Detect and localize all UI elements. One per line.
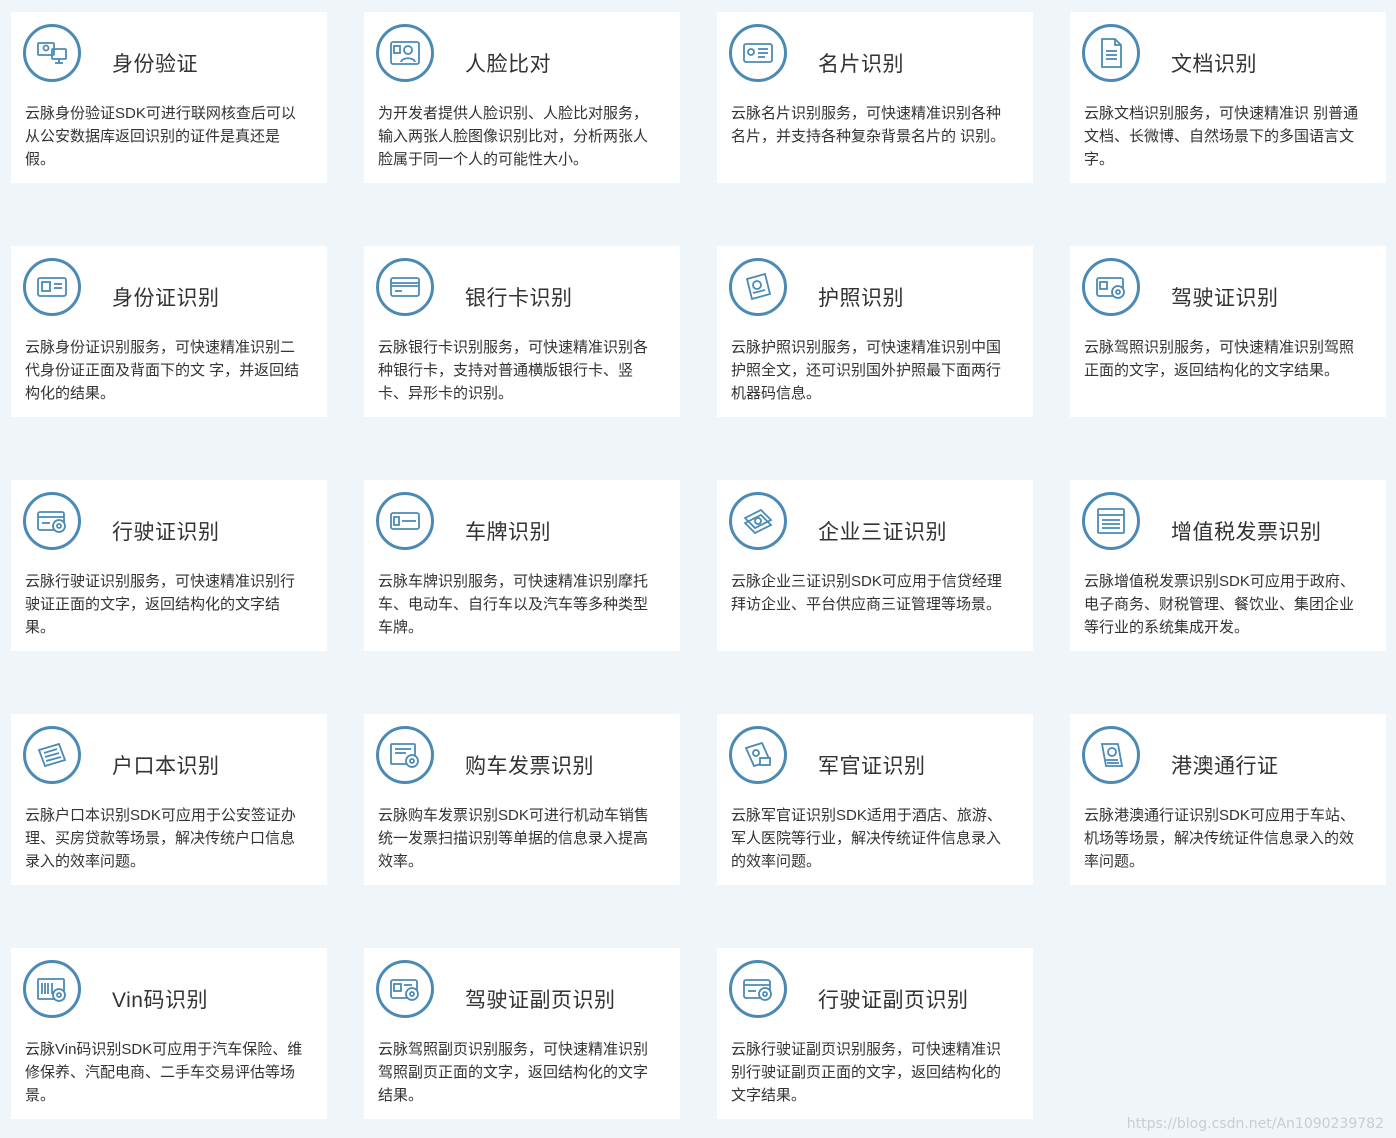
card-document[interactable]: 文档识别 云脉文档识别服务，可快速精准识 别普通文档、长微博、自然场景下的多国语…	[1070, 12, 1386, 183]
card-vin-code[interactable]: Vin码识别 云脉Vin码识别SDK可应用于汽车保险、维修保养、汽配电商、二手车…	[11, 948, 327, 1119]
card-description: 云脉购车发票识别SDK可进行机动车销售统一发票扫描识别等单据的信息录入提高效率。	[378, 807, 649, 870]
license-plate-icon	[376, 492, 434, 550]
card-description: 云脉港澳通行证识别SDK可应用于车站、机场等场景，解决传统证件信息录入的效率问题…	[1084, 807, 1355, 870]
card-description: 云脉户口本识别SDK可应用于公安签证办理、买房贷款等场景，解决传统户口信息录入的…	[25, 807, 296, 870]
vehicle-license-icon	[23, 492, 81, 550]
card-id-verify[interactable]: 身份验证 云脉身份验证SDK可进行联网核查后可以从公安数据库返回识别的证件是真还…	[11, 12, 327, 183]
card-description: 云脉驾照识别服务，可快速精准识别驾照正面的文字，返回结构化的文字结果。	[1084, 339, 1355, 379]
card-vehicle-license[interactable]: 行驶证识别 云脉行驶证识别服务，可快速精准识别行驶证正面的文字，返回结构化的文字…	[11, 480, 327, 651]
card-household-register[interactable]: 户口本识别 云脉户口本识别SDK可应用于公安签证办理、买房贷款等场景，解决传统户…	[11, 714, 327, 885]
document-icon	[1082, 24, 1140, 82]
card-face-compare[interactable]: 人脸比对 为开发者提供人脸识别、人脸比对服务，输入两张人脸图像识别比对，分析两张…	[364, 12, 680, 183]
card-passport[interactable]: 护照识别 云脉护照识别服务，可快速精准识别中国护照全文，还可识别国外护照最下面两…	[717, 246, 1033, 417]
watermark: https://blog.csdn.net/An1090239782	[1126, 1116, 1384, 1132]
card-description: 云脉增值税发票识别SDK可应用于政府、电子商务、财税管理、餐饮业、集团企业等行业…	[1084, 573, 1355, 636]
card-description: 为开发者提供人脸识别、人脸比对服务，输入两张人脸图像识别比对，分析两张人脸属于同…	[378, 105, 649, 168]
card-business-card[interactable]: 名片识别 云脉名片识别服务，可快速精准识别各种名片，并支持各种复杂背景名片的 识…	[717, 12, 1033, 183]
card-title: 户口本识别	[112, 755, 220, 778]
card-title: 护照识别	[818, 287, 904, 310]
bank-card-icon	[376, 258, 434, 316]
card-title: 文档识别	[1171, 53, 1257, 76]
card-description: 云脉Vin码识别SDK可应用于汽车保险、维修保养、汽配电商、二手车交易评估等场景…	[25, 1041, 303, 1104]
card-description: 云脉驾照副页识别服务，可快速精准识别驾照副页正面的文字，返回结构化的文字结果。	[378, 1041, 649, 1104]
card-car-invoice[interactable]: 购车发票识别 云脉购车发票识别SDK可进行机动车销售统一发票扫描识别等单据的信息…	[364, 714, 680, 885]
card-title: Vin码识别	[112, 989, 208, 1012]
driver-license-sub-icon	[376, 960, 434, 1018]
card-title: 企业三证识别	[818, 521, 947, 544]
service-grid: 身份验证 云脉身份验证SDK可进行联网核查后可以从公安数据库返回识别的证件是真还…	[11, 12, 1386, 1119]
id-card-icon	[23, 258, 81, 316]
card-vehicle-license-sub[interactable]: 行驶证副页识别 云脉行驶证副页识别服务，可快速精准识别行驶证副页正面的文字，返回…	[717, 948, 1033, 1119]
card-license-plate[interactable]: 车牌识别 云脉车牌识别服务，可快速精准识别摩托车、电动车、自行车以及汽车等多种类…	[364, 480, 680, 651]
card-description: 云脉身份证识别服务，可快速精准识别二代身份证正面及背面下的文 字，并返回结构化的…	[25, 339, 300, 402]
card-description: 云脉军官证识别SDK适用于酒店、旅游、军人医院等行业，解决传统证件信息录入的效率…	[731, 807, 1002, 870]
card-title: 行驶证识别	[112, 521, 220, 544]
card-title: 增值税发票识别	[1171, 521, 1322, 544]
card-title: 港澳通行证	[1171, 755, 1279, 778]
household-register-icon	[23, 726, 81, 784]
card-driver-license[interactable]: 驾驶证识别 云脉驾照识别服务，可快速精准识别驾照正面的文字，返回结构化的文字结果…	[1070, 246, 1386, 417]
driver-license-icon	[1082, 258, 1140, 316]
hk-macau-pass-icon	[1082, 726, 1140, 784]
card-title: 行驶证副页识别	[818, 989, 969, 1012]
card-title: 银行卡识别	[465, 287, 573, 310]
face-compare-icon	[376, 24, 434, 82]
card-hk-macau-pass[interactable]: 港澳通行证 云脉港澳通行证识别SDK可应用于车站、机场等场景，解决传统证件信息录…	[1070, 714, 1386, 885]
card-bank-card[interactable]: 银行卡识别 云脉银行卡识别服务，可快速精准识别各种银行卡，支持对普通横版银行卡、…	[364, 246, 680, 417]
military-id-icon	[729, 726, 787, 784]
card-enterprise-cert[interactable]: 企业三证识别 云脉企业三证识别SDK可应用于信贷经理拜访企业、平台供应商三证管理…	[717, 480, 1033, 651]
card-title: 名片识别	[818, 53, 904, 76]
card-title: 车牌识别	[465, 521, 551, 544]
card-id-card[interactable]: 身份证识别 云脉身份证识别服务，可快速精准识别二代身份证正面及背面下的文 字，并…	[11, 246, 327, 417]
card-description: 云脉身份验证SDK可进行联网核查后可以从公安数据库返回识别的证件是真还是假。	[25, 105, 296, 168]
business-card-icon	[729, 24, 787, 82]
card-description: 云脉企业三证识别SDK可应用于信贷经理拜访企业、平台供应商三证管理等场景。	[731, 573, 1002, 613]
vat-invoice-icon	[1082, 492, 1140, 550]
id-verify-icon	[23, 24, 81, 82]
card-vat-invoice[interactable]: 增值税发票识别 云脉增值税发票识别SDK可应用于政府、电子商务、财税管理、餐饮业…	[1070, 480, 1386, 651]
card-military-id[interactable]: 军官证识别 云脉军官证识别SDK适用于酒店、旅游、军人医院等行业，解决传统证件信…	[717, 714, 1033, 885]
card-description: 云脉银行卡识别服务，可快速精准识别各种银行卡，支持对普通横版银行卡、竖卡、异形卡…	[378, 339, 649, 402]
enterprise-cert-icon	[729, 492, 787, 550]
vin-code-icon	[23, 960, 81, 1018]
card-title: 购车发票识别	[465, 755, 594, 778]
card-title: 人脸比对	[465, 53, 551, 76]
card-title: 身份验证	[112, 53, 198, 76]
card-description: 云脉行驶证识别服务，可快速精准识别行驶证正面的文字，返回结构化的文字结果。	[25, 573, 296, 636]
card-title: 军官证识别	[818, 755, 926, 778]
passport-icon	[729, 258, 787, 316]
card-description: 云脉车牌识别服务，可快速精准识别摩托车、电动车、自行车以及汽车等多种类型车牌。	[378, 573, 649, 636]
card-title: 身份证识别	[112, 287, 220, 310]
card-description: 云脉文档识别服务，可快速精准识 别普通文档、长微博、自然场景下的多国语言文字。	[1084, 105, 1359, 168]
card-title: 驾驶证识别	[1171, 287, 1279, 310]
card-description: 云脉护照识别服务，可快速精准识别中国护照全文，还可识别国外护照最下面两行机器码信…	[731, 339, 1002, 402]
card-description: 云脉行驶证副页识别服务，可快速精准识别行驶证副页正面的文字，返回结构化的文字结果…	[731, 1041, 1002, 1104]
vehicle-license-sub-icon	[729, 960, 787, 1018]
card-title: 驾驶证副页识别	[465, 989, 616, 1012]
card-driver-license-sub[interactable]: 驾驶证副页识别 云脉驾照副页识别服务，可快速精准识别驾照副页正面的文字，返回结构…	[364, 948, 680, 1119]
car-invoice-icon	[376, 726, 434, 784]
card-description: 云脉名片识别服务，可快速精准识别各种名片，并支持各种复杂背景名片的 识别。	[731, 105, 1006, 145]
